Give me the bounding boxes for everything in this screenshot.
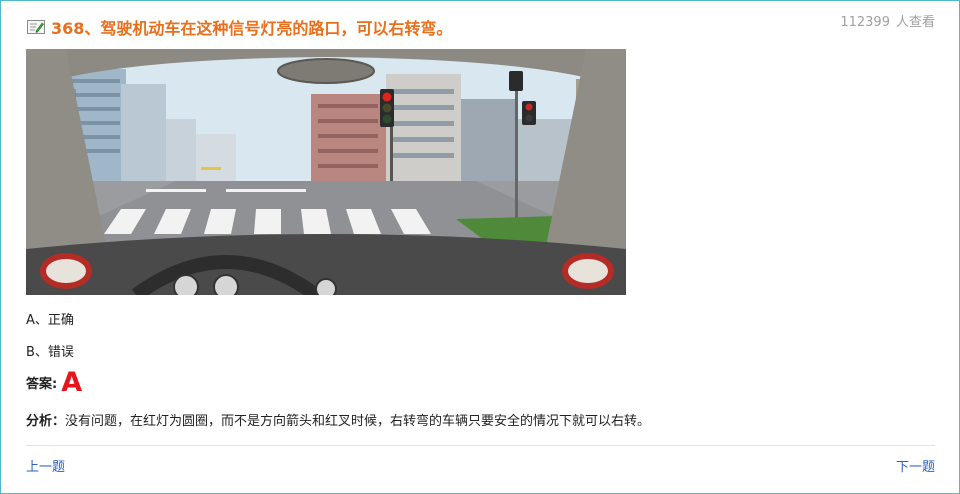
option-b[interactable]: B、错误 <box>26 341 74 360</box>
question-image <box>26 49 626 295</box>
analysis-label: 分析： <box>26 414 66 429</box>
view-count-number: 112399 <box>840 15 890 30</box>
prev-question-link[interactable]: 上一题 <box>26 456 65 475</box>
option-a[interactable]: A、正确 <box>26 309 74 328</box>
answer-value: A <box>61 367 83 398</box>
answer-label: 答案: <box>26 377 58 392</box>
answer-row: 答案: A <box>26 367 82 398</box>
question-title: 368、驾驶机动车在这种信号灯亮的路口，可以右转弯。 <box>51 19 453 38</box>
next-question-link[interactable]: 下一题 <box>896 456 935 475</box>
view-count-suffix: 人查看 <box>895 15 935 30</box>
question-header: 368、驾驶机动车在这种信号灯亮的路口，可以右转弯。 <box>27 15 452 39</box>
divider <box>26 445 935 446</box>
edit-note-icon <box>27 20 45 34</box>
view-count: 112399 人查看 <box>834 11 935 30</box>
analysis-text: 没有问题，在红灯为圆圈，而不是方向箭头和红叉时候，右转弯的车辆只要安全的情况下就… <box>65 414 651 429</box>
question-card: 368、驾驶机动车在这种信号灯亮的路口，可以右转弯。 112399 人查看 A、… <box>0 0 960 494</box>
analysis: 分析：没有问题，在红灯为圆圈，而不是方向箭头和红叉时候，右转弯的车辆只要安全的情… <box>26 410 650 429</box>
